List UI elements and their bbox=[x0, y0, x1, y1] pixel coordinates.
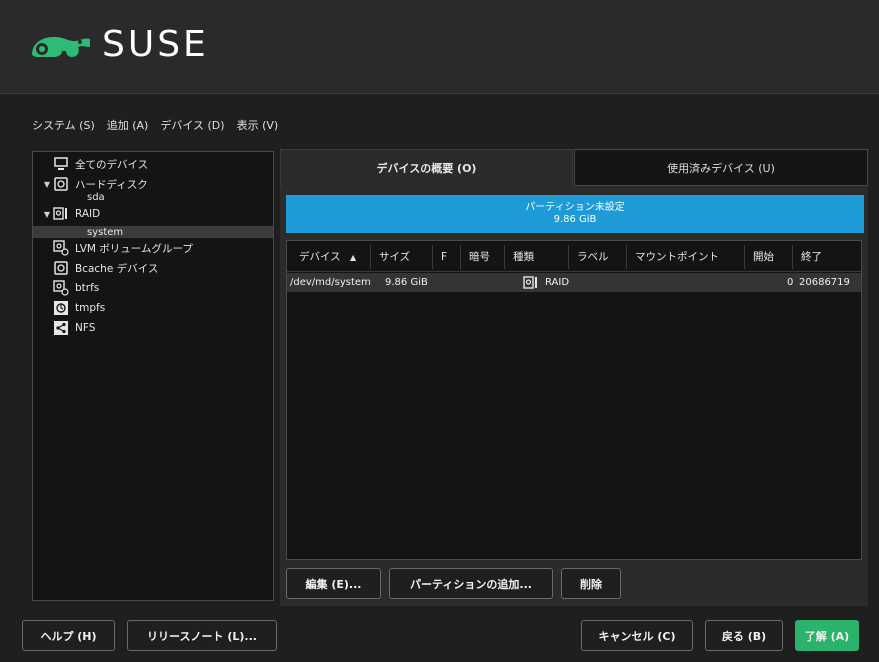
add-partition-button[interactable]: パーティションの追加... bbox=[389, 568, 553, 599]
cell-end: 20686719 bbox=[799, 277, 850, 288]
selection-highlight bbox=[33, 226, 273, 238]
monitor-icon bbox=[53, 156, 69, 172]
edit-button[interactable]: 編集 (E)... bbox=[286, 568, 381, 599]
tab-device-overview[interactable]: デバイスの概要 (O) bbox=[280, 149, 573, 186]
column-header-start[interactable]: 開始 bbox=[745, 245, 793, 269]
brand-name: SUSE bbox=[102, 24, 209, 65]
tree-item-nfs[interactable]: NFS bbox=[41, 318, 95, 338]
harddisk-icon bbox=[53, 176, 69, 192]
tree-item-sda[interactable]: sda bbox=[87, 190, 105, 204]
device-tree[interactable]: 全てのデバイス ▼ ハードディスク sda ▼ RAID system LVM … bbox=[32, 151, 274, 601]
cancel-button[interactable]: キャンセル (C) bbox=[581, 620, 693, 651]
cell-size: 9.86 GiB bbox=[385, 277, 428, 288]
cell-device: /dev/md/system bbox=[290, 277, 371, 288]
partition-bar-size: 9.86 GiB bbox=[553, 214, 597, 225]
bcache-icon bbox=[53, 260, 69, 276]
suse-logo: SUSE bbox=[30, 24, 209, 65]
tree-item-tmpfs[interactable]: tmpfs bbox=[41, 298, 105, 318]
column-header-encryption[interactable]: 暗号 bbox=[461, 245, 505, 269]
nfs-share-icon bbox=[53, 320, 69, 336]
menu-add[interactable]: 追加 (A) bbox=[107, 117, 149, 133]
ok-button[interactable]: 了解 (A) bbox=[795, 620, 859, 651]
back-button[interactable]: 戻る (B) bbox=[705, 620, 783, 651]
partition-bar-label: パーティション未設定 bbox=[525, 202, 625, 213]
column-header-size[interactable]: サイズ bbox=[371, 245, 433, 269]
tmpfs-icon bbox=[53, 300, 69, 316]
tree-item-raid[interactable]: ▼ RAID bbox=[41, 204, 100, 224]
table-header: デバイス ▲ サイズ F 暗号 種類 ラベル マウントポイント 開始 終了 bbox=[287, 241, 861, 272]
header: SUSE bbox=[0, 0, 879, 94]
expand-caret-icon[interactable]: ▼ bbox=[41, 210, 53, 219]
partition-bar[interactable]: パーティション未設定 9.86 GiB bbox=[286, 195, 864, 233]
raid-icon bbox=[523, 275, 539, 290]
release-notes-button[interactable]: リリースノート (L)... bbox=[127, 620, 277, 651]
tree-item-all-devices[interactable]: 全てのデバイス bbox=[41, 154, 148, 174]
menu-system[interactable]: システム (S) bbox=[32, 117, 95, 133]
column-header-f[interactable]: F bbox=[433, 245, 461, 269]
delete-button[interactable]: 削除 bbox=[561, 568, 621, 599]
cell-type: RAID bbox=[523, 273, 569, 292]
raid-icon bbox=[53, 206, 69, 222]
tree-item-lvm[interactable]: LVM ボリュームグループ bbox=[41, 238, 193, 258]
expand-caret-icon[interactable]: ▼ bbox=[41, 180, 53, 189]
column-header-label[interactable]: ラベル bbox=[569, 245, 627, 269]
column-header-end[interactable]: 終了 bbox=[793, 245, 833, 269]
help-button[interactable]: ヘルプ (H) bbox=[22, 620, 115, 651]
tree-item-raid-system[interactable]: system bbox=[87, 225, 123, 239]
menu-view[interactable]: 表示 (V) bbox=[237, 117, 279, 133]
device-table[interactable]: デバイス ▲ サイズ F 暗号 種類 ラベル マウントポイント 開始 終了 /d… bbox=[286, 240, 862, 560]
sort-ascending-icon: ▲ bbox=[350, 253, 357, 262]
tab-used-devices[interactable]: 使用済みデバイス (U) bbox=[574, 149, 868, 186]
tree-item-btrfs[interactable]: btrfs bbox=[41, 278, 99, 298]
lvm-icon bbox=[53, 240, 69, 256]
table-row[interactable]: /dev/md/system 9.86 GiB RAID 0 20686719 bbox=[287, 273, 861, 292]
column-header-mountpoint[interactable]: マウントポイント bbox=[627, 245, 745, 269]
cell-start: 0 bbox=[787, 277, 794, 288]
tree-item-bcache[interactable]: Bcache デバイス bbox=[41, 258, 158, 278]
btrfs-icon bbox=[53, 280, 69, 296]
menubar: システム (S) 追加 (A) デバイス (D) 表示 (V) bbox=[32, 117, 278, 133]
column-header-type[interactable]: 種類 bbox=[505, 245, 569, 269]
column-header-device[interactable]: デバイス ▲ bbox=[291, 245, 371, 269]
chameleon-icon bbox=[32, 36, 90, 57]
menu-device[interactable]: デバイス (D) bbox=[160, 117, 224, 133]
